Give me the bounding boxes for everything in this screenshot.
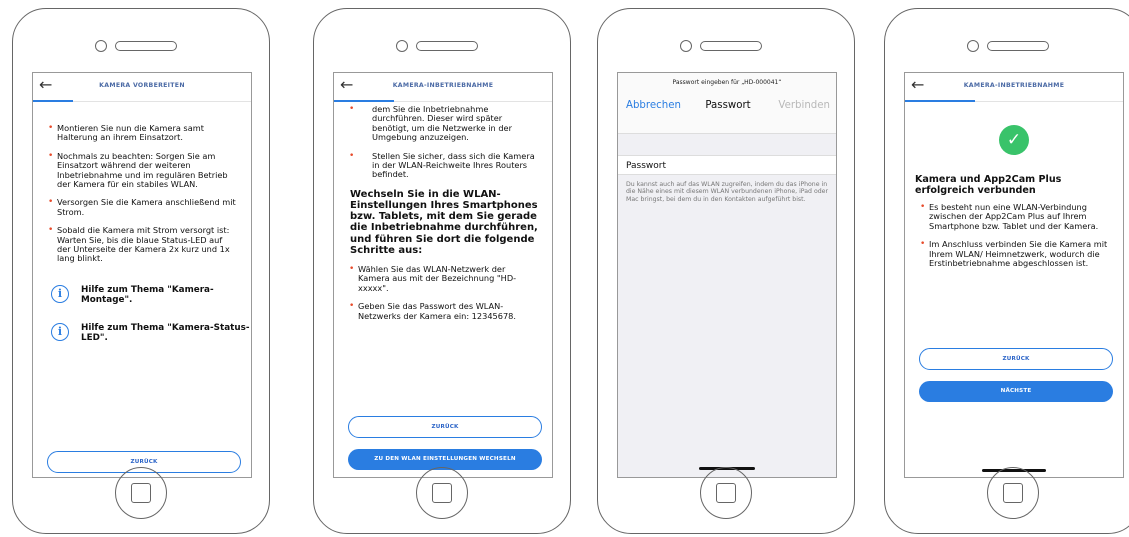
password-field-label: Passwort xyxy=(626,161,667,171)
list-item: Nochmals zu beachten: Sorgen Sie am Eins… xyxy=(33,151,251,190)
connect-button[interactable]: Verbinden xyxy=(778,100,830,111)
success-check-icon: ✓ xyxy=(999,125,1029,155)
home-square-icon xyxy=(131,483,151,503)
list-item: Im Anschluss verbinden Sie die Kamera mi… xyxy=(905,239,1123,268)
cancel-button[interactable]: Abbrechen xyxy=(626,100,681,111)
page-title: KAMERA-INBETRIEBNAHME xyxy=(963,82,1065,89)
header: ← KAMERA-INBETRIEBNAHME xyxy=(905,73,1123,102)
home-square-icon xyxy=(432,483,452,503)
front-camera-icon xyxy=(95,40,107,52)
info-icon: i xyxy=(51,322,69,341)
success-heading: Kamera und App2Cam Plus erfolgreich verb… xyxy=(915,174,1062,196)
list-item: Versorgen Sie die Kamera anschließend mi… xyxy=(33,198,251,217)
instruction-heading: Wechseln Sie in die WLAN-Einstellungen I… xyxy=(350,188,538,256)
speaker-icon xyxy=(987,41,1049,51)
phone-notch xyxy=(95,39,187,53)
list-item-text: dem Sie die Inbetriebnahme durchführen. … xyxy=(372,104,512,143)
header: ← KAMERA VORBEREITEN xyxy=(33,73,251,102)
list-item: Wählen Sie das WLAN-Netzwerk der Kamera … xyxy=(334,264,552,293)
phone-notch xyxy=(680,39,772,53)
speaker-icon xyxy=(115,41,177,51)
phone-notch xyxy=(396,39,488,53)
list-item: Es besteht nun eine WLAN-Verbindung zwis… xyxy=(905,202,1123,231)
success-list: Es besteht nun eine WLAN-Verbindung zwis… xyxy=(905,202,1123,277)
front-camera-icon xyxy=(680,40,692,52)
password-note: Du kannst auch auf das WLAN zugreifen, i… xyxy=(626,181,829,203)
help-link-mounting[interactable]: i Hilfe zum Thema "Kamera-Montage". xyxy=(33,284,251,319)
progress-underline xyxy=(33,100,73,102)
screen-wifi-password: Passwort eingeben für „HD-000041“ Passwo… xyxy=(617,72,837,478)
header: ← KAMERA-INBETRIEBNAHME xyxy=(334,73,552,102)
password-field[interactable]: Passwort xyxy=(618,155,836,175)
list-item-text: Stellen Sie sicher, dass sich die Kamera… xyxy=(372,150,535,180)
list-item-continued: dem Sie die Inbetriebnahme durchführen. … xyxy=(334,104,552,143)
front-camera-icon xyxy=(396,40,408,52)
list-item: Geben Sie das Passwort des WLAN-Netzwerk… xyxy=(334,302,552,321)
home-button[interactable] xyxy=(700,467,752,519)
phone-notch xyxy=(967,39,1059,53)
home-button[interactable] xyxy=(416,467,468,519)
page-title: KAMERA-INBETRIEBNAHME xyxy=(392,82,494,89)
screen-camera-setup: ← KAMERA-INBETRIEBNAHME dem Sie die Inbe… xyxy=(333,72,553,478)
next-button[interactable]: NÄCHSTE xyxy=(919,381,1113,402)
back-button[interactable]: ZURÜCK xyxy=(348,416,542,438)
password-header: Passwort eingeben für „HD-000041“ Passwo… xyxy=(618,73,836,134)
back-button[interactable]: ZURÜCK xyxy=(919,348,1113,370)
home-button[interactable] xyxy=(115,467,167,519)
list-item: Stellen Sie sicher, dass sich die Kamera… xyxy=(334,150,552,180)
progress-underline xyxy=(334,100,394,102)
home-square-icon xyxy=(1003,483,1023,503)
front-camera-icon xyxy=(967,40,979,52)
info-icon: i xyxy=(51,284,69,303)
home-square-icon xyxy=(716,483,736,503)
speaker-icon xyxy=(416,41,478,51)
progress-underline xyxy=(905,100,975,102)
password-prompt: Passwort eingeben für „HD-000041“ xyxy=(672,79,782,86)
phone-2: ← KAMERA-INBETRIEBNAHME dem Sie die Inbe… xyxy=(313,8,571,534)
list-item: Montieren Sie nun die Kamera samt Halter… xyxy=(33,123,251,143)
help-link-label: Hilfe zum Thema "Kamera-Status-LED". xyxy=(81,322,250,343)
phone-3: Passwort eingeben für „HD-000041“ Passwo… xyxy=(597,8,855,534)
screen-connection-success: ← KAMERA-INBETRIEBNAHME ✓ Kamera und App… xyxy=(904,72,1124,478)
screen-camera-prepare: ← KAMERA VORBEREITEN Montieren Sie nun d… xyxy=(32,72,252,478)
page-title: KAMERA VORBEREITEN xyxy=(99,82,185,89)
phone-1: ← KAMERA VORBEREITEN Montieren Sie nun d… xyxy=(12,8,270,534)
list-item: Sobald die Kamera mit Strom versorgt ist… xyxy=(33,226,251,264)
help-link-label: Hilfe zum Thema "Kamera-Montage". xyxy=(81,284,214,305)
phone-4: ← KAMERA-INBETRIEBNAHME ✓ Kamera und App… xyxy=(884,8,1129,534)
speaker-icon xyxy=(700,41,762,51)
help-link-status-led[interactable]: i Hilfe zum Thema "Kamera-Status-LED". xyxy=(33,322,251,357)
home-button[interactable] xyxy=(987,467,1039,519)
